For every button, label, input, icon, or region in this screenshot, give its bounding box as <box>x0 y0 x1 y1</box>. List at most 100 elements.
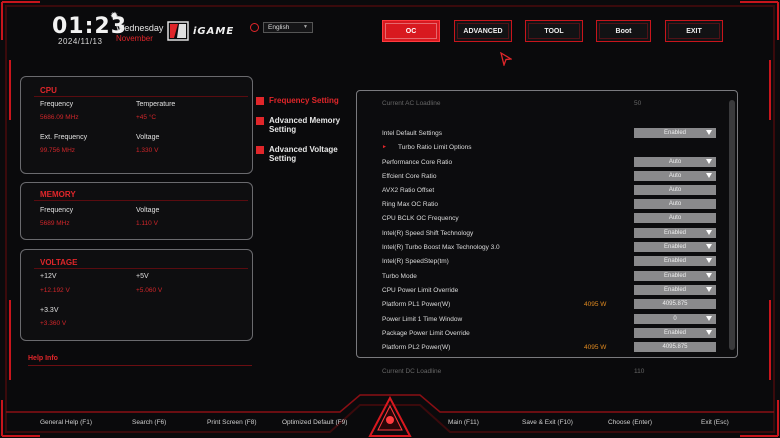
memory-voltage-value: 1.110 V <box>136 220 158 227</box>
setting-row[interactable]: Intel Default Settings Enabled <box>382 128 722 140</box>
setting-row[interactable]: ► Turbo Ratio Limit Options <box>382 142 722 154</box>
setting-row[interactable]: Power Limit 1 Time Window 0 <box>382 314 722 326</box>
square-bullet-icon <box>256 97 264 105</box>
setting-row[interactable]: CPU BCLK OC Frequency Auto <box>382 213 722 225</box>
tab-exit[interactable]: EXIT <box>665 20 723 42</box>
setting-row[interactable]: Intel(R) Speed Shift Technology Enabled <box>382 228 722 240</box>
cpu-temperature-value: +45 °C <box>136 114 157 121</box>
setting-value: Enabled <box>663 330 687 336</box>
setting-dropdown[interactable]: Enabled <box>634 228 716 238</box>
setting-dropdown[interactable]: Enabled <box>634 256 716 266</box>
setting-value: 4095.875 <box>662 344 688 350</box>
gear-icon: ✹ <box>110 11 119 22</box>
menu-advanced-voltage-setting[interactable]: Advanced Voltage Setting <box>256 145 356 163</box>
setting-value: Enabled <box>663 258 687 264</box>
chevron-down-icon <box>706 159 712 164</box>
cpu-temperature-label: Temperature <box>136 101 176 108</box>
setting-name: Turbo Ratio Limit Options <box>398 144 472 151</box>
memory-title: MEMORY <box>40 190 76 199</box>
setting-name: Performance Core Ratio <box>382 159 453 166</box>
footer-general-help[interactable]: General Help (F1) <box>40 419 92 426</box>
setting-row[interactable]: CPU Power Limit Override Enabled <box>382 285 722 297</box>
divider <box>34 96 248 97</box>
clock-weekday: Wednesday <box>116 23 164 33</box>
footer-choose[interactable]: Choose (Enter) <box>608 419 652 426</box>
setting-name: Effcient Core Ratio <box>382 173 437 180</box>
setting-dropdown[interactable]: 0 <box>634 314 716 324</box>
tab-tool[interactable]: TOOL <box>525 20 583 42</box>
setting-value: Auto <box>668 159 682 165</box>
language-selector[interactable]: English ▼ <box>250 22 313 33</box>
chevron-down-icon <box>706 130 712 135</box>
cpu-title: CPU <box>40 86 57 95</box>
language-select[interactable]: English ▼ <box>263 22 313 33</box>
chevron-down-icon <box>706 244 712 249</box>
footer-exit[interactable]: Exit (Esc) <box>701 419 729 426</box>
setting-value: Auto <box>668 201 682 207</box>
setting-dropdown[interactable]: Enabled <box>634 271 716 281</box>
setting-row[interactable]: Performance Core Ratio Auto <box>382 157 722 169</box>
setting-row[interactable]: Effcient Core Ratio Auto <box>382 171 722 183</box>
brand-logo: iGAME <box>166 20 234 42</box>
setting-dropdown[interactable]: Enabled <box>634 328 716 338</box>
clock-month: November <box>116 34 153 43</box>
setting-row[interactable]: Package Power Limit Override Enabled <box>382 328 722 340</box>
footer-main[interactable]: Main (F11) <box>448 419 479 426</box>
chevron-down-icon <box>706 230 712 235</box>
setting-name: Power Limit 1 Time Window <box>382 316 463 323</box>
setting-input[interactable]: Auto <box>634 213 716 223</box>
globe-icon <box>250 23 259 32</box>
voltage-title: VOLTAGE <box>40 258 78 267</box>
chevron-down-icon <box>706 258 712 263</box>
setting-row[interactable]: Platform PL1 Power(W) 4095 W 4095.875 <box>382 299 722 311</box>
setting-value: 0 <box>673 316 677 322</box>
setting-dropdown[interactable]: Enabled <box>634 128 716 138</box>
setting-value: 110 <box>634 368 645 375</box>
footer-optimized-default[interactable]: Optimized Default (F9) <box>282 419 347 426</box>
menu-label: Advanced Memory Setting <box>269 116 341 134</box>
setting-current-value: 4095 W <box>584 301 607 308</box>
footer-search[interactable]: Search (F6) <box>132 419 166 426</box>
chevron-down-icon: ▼ <box>303 24 308 30</box>
setting-dropdown[interactable]: Auto <box>634 157 716 167</box>
setting-row[interactable]: Ring Max OC Ratio Auto <box>382 199 722 211</box>
triangle-right-icon: ► <box>382 144 387 150</box>
setting-row[interactable]: Intel(R) Turbo Boost Max Technology 3.0 … <box>382 242 722 254</box>
settings-scrollbar[interactable] <box>729 100 735 350</box>
tab-oc[interactable]: OC <box>382 20 440 42</box>
setting-current-value: 4095 W <box>584 344 607 351</box>
setting-name: Current AC Loadline <box>382 100 441 107</box>
setting-name: Platform PL2 Power(W) <box>382 344 451 351</box>
setting-name: Intel(R) Speed Shift Technology <box>382 230 474 237</box>
tab-boot[interactable]: Boot <box>596 20 651 42</box>
tab-advanced[interactable]: ADVANCED <box>454 20 512 42</box>
menu-advanced-memory-setting[interactable]: Advanced Memory Setting <box>256 116 356 134</box>
setting-dropdown[interactable]: Auto <box>634 171 716 181</box>
setting-input[interactable]: Auto <box>634 199 716 209</box>
menu-label: Advanced Voltage Setting <box>269 145 338 163</box>
footer-save-exit[interactable]: Save & Exit (F10) <box>522 419 573 426</box>
setting-name: Package Power Limit Override <box>382 330 470 337</box>
setting-value: Enabled <box>663 273 687 279</box>
setting-row[interactable]: Turbo Mode Enabled <box>382 271 722 283</box>
setting-value: Enabled <box>663 287 687 293</box>
setting-dropdown[interactable]: Enabled <box>634 285 716 295</box>
setting-row[interactable]: Platform PL2 Power(W) 4095 W 4095.875 <box>382 342 722 354</box>
cpu-voltage-label: Voltage <box>136 134 160 141</box>
setting-row[interactable]: Intel(R) SpeedStep(tm) Enabled <box>382 256 722 268</box>
menu-frequency-setting[interactable]: Frequency Setting <box>256 96 339 105</box>
divider <box>34 268 248 269</box>
setting-input[interactable]: 4095.875 <box>634 299 716 309</box>
setting-input[interactable]: 4095.875 <box>634 342 716 352</box>
setting-value: 4095.875 <box>662 301 688 307</box>
divider <box>34 200 248 201</box>
footer-print-screen[interactable]: Print Screen (F8) <box>207 419 257 426</box>
setting-row: Current DC Loadline 110 <box>382 366 722 378</box>
setting-dropdown[interactable]: Enabled <box>634 242 716 252</box>
v33-value: +3.360 V <box>40 320 67 327</box>
memory-frequency-value: 5689 MHz <box>40 220 70 227</box>
setting-row[interactable]: AVX2 Ratio Offset Auto <box>382 185 722 197</box>
square-bullet-icon <box>256 146 264 154</box>
help-info-label: Help Info <box>28 355 58 362</box>
setting-input[interactable]: Auto <box>634 185 716 195</box>
